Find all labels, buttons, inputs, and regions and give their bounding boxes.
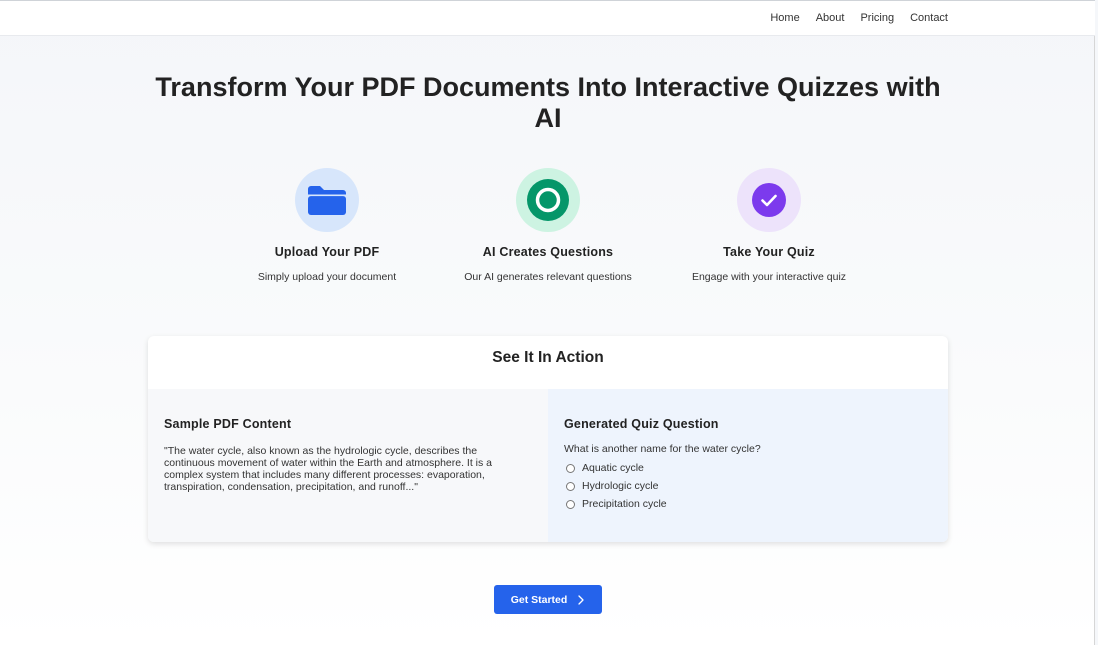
get-started-label: Get Started <box>510 593 568 606</box>
feature-icon-circle <box>516 168 580 232</box>
nav-links: Home About Pricing Contact <box>770 12 948 24</box>
feature-icon-circle <box>737 168 801 232</box>
demo-card: See It In Action Sample PDF Content "The… <box>148 336 948 542</box>
feature-title: Take Your Quiz <box>723 245 815 259</box>
hero-title: Transform Your PDF Documents Into Intera… <box>155 72 941 133</box>
page: Home About Pricing Contact Transform You… <box>0 0 1095 645</box>
circle-icon <box>527 179 569 221</box>
quiz-option[interactable]: Precipitation cycle <box>564 498 932 510</box>
sample-pdf-heading: Sample PDF Content <box>164 417 292 431</box>
quiz-question-heading: Generated Quiz Question <box>564 417 719 431</box>
quiz-option[interactable]: Aquatic cycle <box>564 462 932 474</box>
get-started-button[interactable]: Get Started <box>494 585 602 614</box>
feature-description: Engage with your interactive quiz <box>691 271 847 283</box>
quiz-option-label: Hydrologic cycle <box>582 480 659 492</box>
feature-take-quiz: Take Your Quiz Engage with your interact… <box>669 168 869 283</box>
quiz-option-label: Precipitation cycle <box>582 498 667 510</box>
demo-card-title: See It In Action <box>492 349 604 366</box>
quiz-question-pane: Generated Quiz Question What is another … <box>548 389 948 542</box>
nav-contact-link[interactable]: Contact <box>910 12 948 24</box>
sample-pdf-pane: Sample PDF Content "The water cycle, als… <box>148 389 548 542</box>
chevron-right-icon <box>578 594 584 605</box>
feature-ai-questions: AI Creates Questions Our AI generates re… <box>448 168 648 283</box>
feature-upload: Upload Your PDF Simply upload your docum… <box>227 168 427 283</box>
quiz-question-text: What is another name for the water cycle… <box>564 443 761 455</box>
radio-button[interactable] <box>566 463 575 473</box>
feature-description: Our AI generates relevant questions <box>464 271 632 283</box>
quiz-option-label: Aquatic cycle <box>582 462 644 474</box>
feature-icon-circle <box>295 168 359 232</box>
radio-button[interactable] <box>566 481 575 491</box>
nav-pricing-link[interactable]: Pricing <box>860 12 894 24</box>
feature-description: Simply upload your document <box>257 271 397 283</box>
check-icon <box>752 183 786 217</box>
navbar: Home About Pricing Contact <box>0 1 1095 36</box>
feature-title: AI Creates Questions <box>482 245 614 259</box>
nav-home-link[interactable]: Home <box>770 12 799 24</box>
folder-icon <box>308 186 346 215</box>
nav-about-link[interactable]: About <box>816 12 845 24</box>
quiz-option[interactable]: Hydrologic cycle <box>564 480 932 492</box>
feature-title: Upload Your PDF <box>274 245 380 259</box>
radio-button[interactable] <box>566 499 575 509</box>
sample-pdf-text: "The water cycle, also known as the hydr… <box>164 445 493 493</box>
